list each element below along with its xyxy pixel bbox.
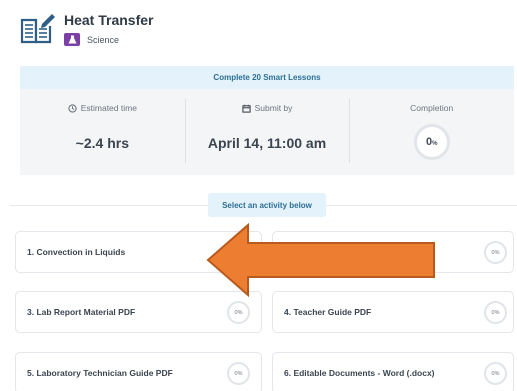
activity-card-3[interactable]: 3. Lab Report Material PDF 0% — [15, 291, 262, 333]
lesson-title: Heat Transfer — [64, 12, 154, 28]
completion-stat: Completion 0% — [349, 89, 514, 175]
estimated-time-value: ~2.4 hrs — [75, 135, 129, 151]
submit-by-stat: Submit by April 14, 11:00 am — [184, 89, 350, 175]
select-activity-prompt: Select an activity below — [208, 193, 326, 217]
activity-progress: 0% — [227, 301, 250, 324]
subject-tag: Science — [64, 33, 153, 46]
activity-card-4[interactable]: 4. Teacher Guide PDF 0% — [272, 291, 514, 333]
lesson-header: Heat Transfer Science — [20, 10, 153, 46]
estimated-time-stat: Estimated time ~2.4 hrs — [20, 89, 185, 175]
book-edit-icon — [20, 14, 55, 44]
activity-progress: 0% — [227, 362, 250, 385]
activity-label: 3. Lab Report Material PDF — [27, 307, 136, 317]
estimated-time-label: Estimated time — [80, 103, 137, 113]
completion-ring: 0% — [413, 124, 450, 160]
activity-card-5[interactable]: 5. Laboratory Technician Guide PDF 0% — [15, 352, 262, 391]
activity-progress: 0% — [484, 241, 507, 264]
activity-progress: 0% — [484, 362, 507, 385]
activity-label: 1. Convection in Liquids — [27, 247, 126, 257]
completion-unit: % — [432, 140, 438, 147]
activity-label: 6. Editable Documents - Word (.docx) — [284, 368, 435, 378]
completion-label: Completion — [410, 103, 454, 113]
summary-banner: Complete 20 Smart Lessons — [20, 66, 514, 89]
submit-by-label: Submit by — [254, 103, 293, 113]
activity-label: 5. Laboratory Technician Guide PDF — [27, 368, 173, 378]
flask-icon — [64, 33, 80, 46]
activity-card-6[interactable]: 6. Editable Documents - Word (.docx) 0% — [272, 352, 514, 391]
clock-icon — [68, 103, 77, 113]
arrow-left-icon — [206, 223, 435, 297]
lesson-summary-panel: Complete 20 Smart Lessons Estimated time… — [20, 66, 514, 175]
subject-label: Science — [87, 34, 120, 45]
activity-progress: 0% — [484, 301, 507, 324]
submit-by-value: April 14, 11:00 am — [207, 135, 327, 151]
activity-label: 4. Teacher Guide PDF — [284, 307, 372, 317]
calendar-icon — [241, 104, 251, 113]
